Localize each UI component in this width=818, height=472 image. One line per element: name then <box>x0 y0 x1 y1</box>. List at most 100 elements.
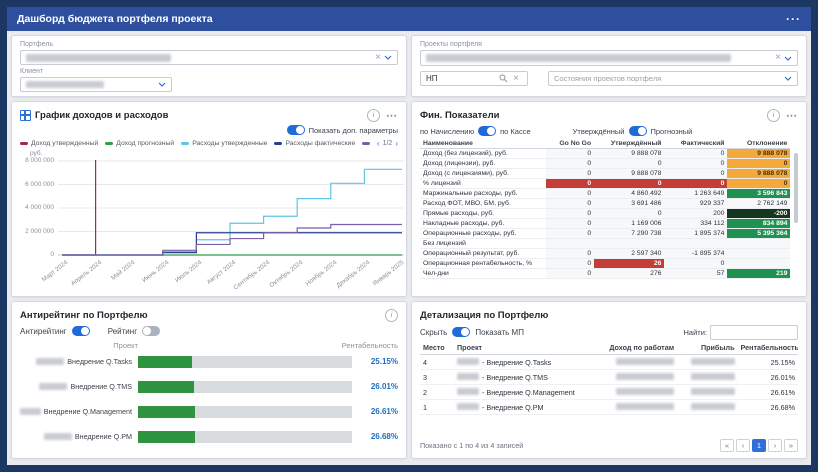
clear-icon[interactable]: × <box>510 74 522 84</box>
redacted-client-value <box>26 81 104 88</box>
fin-cell: 276 <box>594 269 664 279</box>
page-nav-button[interactable]: « <box>720 439 734 452</box>
redacted-income-value <box>616 388 674 395</box>
legend-item[interactable]: Расходы утвержденные <box>181 140 267 147</box>
detail-profit <box>677 355 737 370</box>
rating-bar-track <box>138 381 352 393</box>
fin-cell: 1 169 006 <box>594 219 664 229</box>
projects-select[interactable]: × <box>420 50 798 66</box>
project-status-select[interactable]: Состояния проектов портфеля <box>548 71 798 86</box>
fin-cell: 0 <box>546 159 594 169</box>
redacted-profit-value <box>691 403 735 410</box>
client-select[interactable] <box>20 77 172 92</box>
legend-item[interactable]: Расходы прогноз... <box>362 140 370 147</box>
fin-cell-name: Операционная рентабельность, % <box>420 259 546 269</box>
chevron-down-icon[interactable] <box>158 82 166 87</box>
page-button-current[interactable]: 1 <box>752 439 766 452</box>
redacted-project-code <box>457 373 479 380</box>
chevron-down-icon[interactable] <box>784 76 792 81</box>
chevron-down-icon[interactable] <box>784 56 792 61</box>
titlebar-menu-icon[interactable]: ··· <box>786 12 801 26</box>
fin-cell <box>727 249 790 259</box>
legend-pager: ‹ 1/2 › <box>377 139 398 148</box>
detail-col-profit[interactable]: Прибыль <box>677 341 737 355</box>
legend-next-icon[interactable]: › <box>395 139 398 148</box>
fin-cell <box>664 239 727 249</box>
accrual-cash-toggle[interactable] <box>478 126 496 136</box>
detail-col-project[interactable]: Проект <box>454 341 590 355</box>
pagination: «‹1›» <box>720 439 798 452</box>
legend-marker-icon <box>362 142 370 145</box>
redacted-project-code <box>457 358 479 365</box>
project-name: Внедрение Q.Management <box>44 407 132 416</box>
fin-row: Доход (лицензии), руб.0000 <box>420 159 790 169</box>
page-nav-button[interactable]: ‹ <box>736 439 750 452</box>
series-line-3 <box>62 233 402 255</box>
detail-row[interactable]: 1- Внедрение Q.PM26.68% <box>420 400 798 415</box>
fin-cell: 0 <box>594 209 664 219</box>
info-icon[interactable]: i <box>367 109 380 122</box>
legend-prev-icon[interactable]: ‹ <box>377 139 380 148</box>
y-axis-unit: руб. <box>30 150 42 157</box>
detail-place: 2 <box>420 385 454 400</box>
page-nav-button[interactable]: › <box>768 439 782 452</box>
antirating-label: Антирейтинг <box>20 327 67 336</box>
more-icon[interactable]: ⋯ <box>786 109 798 122</box>
step-chart <box>58 160 404 256</box>
info-icon[interactable]: i <box>385 309 398 322</box>
fin-table-scrollbar[interactable] <box>794 153 798 223</box>
project-name: Внедрение Q.PM <box>75 432 132 441</box>
fin-cell: 0 <box>664 159 727 169</box>
project-search-input[interactable]: НП × <box>420 71 528 86</box>
legend-label: Расходы фактические <box>285 140 355 147</box>
rating-toggle[interactable] <box>142 326 160 336</box>
fin-cell: 4 860 492 <box>594 189 664 199</box>
redacted-project-code <box>457 388 479 395</box>
legend-item[interactable]: Доход утвержденный <box>20 140 98 147</box>
forecast-label: Прогнозный <box>651 127 693 136</box>
antirating-toggle[interactable] <box>72 326 90 336</box>
fin-cell: 0 <box>594 159 664 169</box>
extra-params-toggle[interactable] <box>287 125 305 135</box>
approved-forecast-toggle[interactable] <box>629 126 647 136</box>
detail-row[interactable]: 2- Внедрение Q.Management26.61% <box>420 385 798 400</box>
clear-icon[interactable]: × <box>372 53 384 63</box>
projects-label: Проекты портфеля <box>420 41 798 48</box>
x-tick-label: Январь 2025 <box>372 259 406 288</box>
fin-cell: 0 <box>546 169 594 179</box>
detail-row[interactable]: 3- Внедрение Q.TMS26.01% <box>420 370 798 385</box>
fin-cell-name: % лицензий <box>420 179 546 189</box>
rating-bar-track <box>138 406 352 418</box>
detail-place: 1 <box>420 400 454 415</box>
find-input[interactable] <box>710 325 798 340</box>
detail-col-place[interactable]: Место <box>420 341 454 355</box>
redacted-portfolio-value <box>26 54 171 62</box>
rating-project-label: Внедрение Q.Tasks <box>20 357 138 366</box>
search-icon[interactable] <box>499 74 508 83</box>
fin-cell: 3 596 843 <box>727 189 790 199</box>
x-tick-label: Апрель 2024 <box>69 259 103 287</box>
fin-cell: 0 <box>546 199 594 209</box>
client-label: Клиент <box>20 68 398 75</box>
project-name: - Внедрение Q.Management <box>482 388 575 397</box>
portfolio-select[interactable]: × <box>20 50 398 65</box>
clear-icon[interactable]: × <box>772 53 784 63</box>
legend-item[interactable]: Расходы фактические <box>274 140 355 147</box>
detail-row[interactable]: 4- Внедрение Q.Tasks25.15% <box>420 355 798 370</box>
redacted-project-code <box>457 403 479 410</box>
detail-header-row: Место Проект Доход по работам Прибыль Ре… <box>420 341 798 355</box>
more-icon[interactable]: ⋯ <box>386 109 398 122</box>
show-mp-label: Показать МП <box>475 328 524 337</box>
fin-cell: 9 888 078 <box>594 169 664 179</box>
rating-column-headers: Проект Рентабельность <box>20 339 398 351</box>
page-nav-button[interactable]: » <box>784 439 798 452</box>
show-mp-toggle[interactable] <box>452 327 470 337</box>
fin-cell: 0 <box>546 189 594 199</box>
fin-cell-name: Прямые расходы, руб. <box>420 209 546 219</box>
info-icon[interactable]: i <box>767 109 780 122</box>
detail-col-profitability[interactable]: Рентабельность <box>738 341 799 355</box>
chevron-down-icon[interactable] <box>384 55 392 60</box>
detail-col-income[interactable]: Доход по работам <box>590 341 677 355</box>
legend-item[interactable]: Доход прогнозный <box>105 140 174 147</box>
fin-cell: 1 263 649 <box>664 189 727 199</box>
